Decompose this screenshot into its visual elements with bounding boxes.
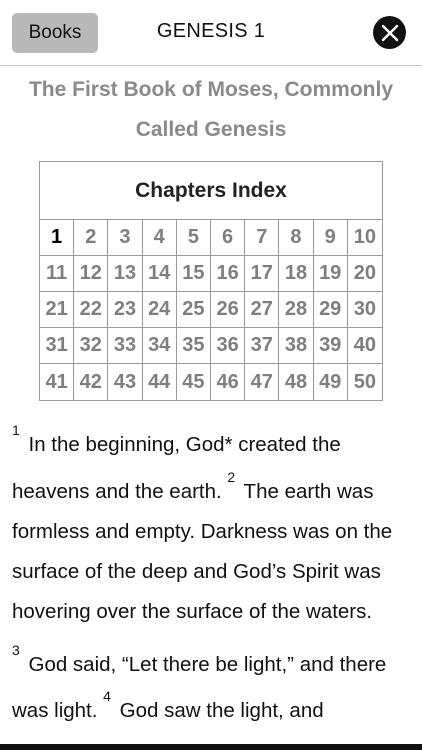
- verse-number: 3: [12, 641, 20, 658]
- chapter-link-8[interactable]: 8: [279, 220, 314, 256]
- chapter-link-20[interactable]: 20: [347, 256, 382, 292]
- home-indicator-bar: [0, 744, 422, 750]
- chapter-link-9[interactable]: 9: [313, 220, 348, 256]
- chapter-link-13[interactable]: 13: [108, 256, 143, 292]
- chapter-link-1[interactable]: 1: [40, 220, 75, 256]
- chapter-link-15[interactable]: 15: [176, 256, 211, 292]
- chapter-link-11[interactable]: 11: [40, 256, 75, 292]
- chapter-link-14[interactable]: 14: [142, 256, 177, 292]
- chapter-link-22[interactable]: 22: [74, 292, 109, 328]
- chapter-link-4[interactable]: 4: [142, 220, 177, 256]
- chapter-link-18[interactable]: 18: [279, 256, 314, 292]
- paragraph: 3 God said, “Let there be light,” and th…: [12, 638, 412, 732]
- chapter-link-26[interactable]: 26: [211, 292, 246, 328]
- chapter-link-3[interactable]: 3: [108, 220, 143, 256]
- chapter-link-49[interactable]: 49: [314, 364, 348, 400]
- chapter-link-34[interactable]: 34: [142, 328, 177, 364]
- verse-text: God saw the light, and: [113, 699, 324, 723]
- chapter-grid: 1 2 3 4 5 6 7 8 9 10 11 12 13 14 15 16 17 18 19 20 21 22 23 24 2…: [40, 220, 382, 400]
- verse-number: 1: [12, 422, 20, 438]
- chapter-link-24[interactable]: 24: [142, 292, 177, 328]
- page-title: GENESIS 1: [156, 20, 266, 42]
- chapter-link-2[interactable]: 2: [74, 220, 109, 256]
- chapter-link-45[interactable]: 45: [177, 364, 211, 400]
- chapter-link-35[interactable]: 35: [176, 328, 211, 364]
- chapter-link-32[interactable]: 32: [74, 328, 109, 364]
- chapter-link-50[interactable]: 50: [348, 364, 382, 400]
- chapter-link-47[interactable]: 47: [245, 364, 280, 400]
- paragraph: 1 In the beginning, God* created the hea…: [12, 418, 412, 632]
- chapter-link-43[interactable]: 43: [108, 364, 143, 400]
- chapters-index-heading: Chapters Index: [40, 162, 382, 220]
- chapter-link-30[interactable]: 30: [347, 292, 382, 328]
- verse-number: 2: [227, 468, 236, 485]
- chapter-link-36[interactable]: 36: [211, 328, 246, 364]
- close-icon: [381, 24, 398, 41]
- chapter-link-19[interactable]: 19: [313, 256, 348, 292]
- chapter-link-29[interactable]: 29: [313, 292, 348, 328]
- chapter-link-33[interactable]: 33: [108, 328, 143, 364]
- chapter-link-21[interactable]: 21: [40, 292, 75, 328]
- chapter-link-5[interactable]: 5: [176, 220, 211, 256]
- chapter-link-16[interactable]: 16: [211, 256, 246, 292]
- chapter-link-27[interactable]: 27: [245, 292, 280, 328]
- chapter-text: 1 In the beginning, God* created the hea…: [12, 418, 412, 737]
- chapter-link-6[interactable]: 6: [211, 220, 246, 256]
- chapter-link-31[interactable]: 31: [40, 328, 75, 364]
- chapter-link-42[interactable]: 42: [74, 364, 109, 400]
- chapter-link-25[interactable]: 25: [176, 292, 211, 328]
- chapter-link-38[interactable]: 38: [279, 328, 314, 364]
- books-button[interactable]: Books: [12, 13, 98, 53]
- chapter-link-23[interactable]: 23: [108, 292, 143, 328]
- chapter-link-46[interactable]: 46: [211, 364, 246, 400]
- chapter-link-48[interactable]: 48: [279, 364, 314, 400]
- chapter-link-10[interactable]: 10: [347, 220, 382, 256]
- chapter-link-7[interactable]: 7: [245, 220, 280, 256]
- verse-number: 4: [103, 688, 111, 705]
- chapter-link-17[interactable]: 17: [245, 256, 280, 292]
- chapter-link-44[interactable]: 44: [143, 364, 177, 400]
- chapters-index: Chapters Index 1 2 3 4 5 6 7 8 9 10 11 12 13 14 15 16 17…: [39, 161, 383, 401]
- close-button[interactable]: [373, 16, 406, 49]
- top-bar: Books GENESIS 1: [0, 0, 422, 66]
- chapter-link-39[interactable]: 39: [313, 328, 348, 364]
- chapter-link-37[interactable]: 37: [245, 328, 280, 364]
- chapter-link-12[interactable]: 12: [74, 256, 109, 292]
- book-title: The First Book of Moses, Commonly Called…: [28, 78, 394, 141]
- chapter-link-28[interactable]: 28: [279, 292, 314, 328]
- chapter-link-40[interactable]: 40: [347, 328, 382, 364]
- chapter-link-41[interactable]: 41: [40, 364, 75, 400]
